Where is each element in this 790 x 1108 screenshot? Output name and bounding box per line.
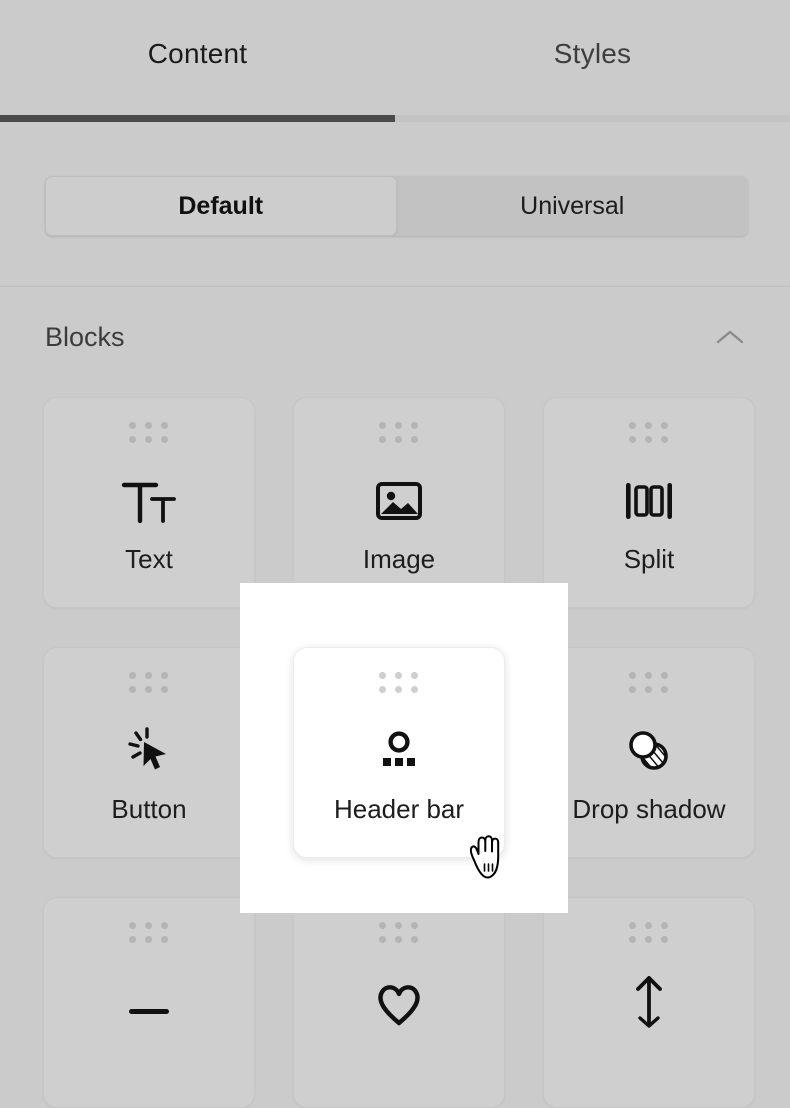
tab-styles-label: Styles bbox=[553, 37, 632, 69]
drag-handle-icon[interactable] bbox=[129, 672, 169, 693]
block-card-drop-shadow[interactable]: Drop shadow bbox=[543, 647, 755, 858]
tab-active-indicator bbox=[0, 115, 395, 122]
tab-content[interactable]: Content bbox=[0, 0, 395, 115]
block-card-image[interactable]: Image bbox=[293, 397, 505, 608]
segment-universal-label: Universal bbox=[520, 191, 625, 220]
blocks-grid: Text Image Split Button Header bar Drop … bbox=[43, 397, 758, 1108]
blocks-section-title: Blocks bbox=[45, 321, 125, 352]
block-card-arrow-up[interactable] bbox=[543, 897, 755, 1108]
drag-handle-icon[interactable] bbox=[379, 422, 419, 443]
block-card-button-label: Button bbox=[111, 794, 187, 824]
block-card-heart[interactable] bbox=[293, 897, 505, 1108]
segmented-control-section: Default Universal bbox=[0, 122, 790, 287]
block-card-text[interactable]: Text bbox=[43, 397, 255, 608]
block-card-split-label: Split bbox=[623, 544, 675, 574]
drag-handle-icon[interactable] bbox=[629, 922, 669, 943]
cursor-click-icon bbox=[44, 720, 254, 782]
divider-line-icon bbox=[44, 970, 254, 1032]
segment-default-label: Default bbox=[178, 191, 264, 220]
block-card-header-bar-label: Header bar bbox=[333, 794, 465, 824]
block-card-image-label: Image bbox=[362, 544, 436, 574]
split-columns-icon bbox=[544, 470, 754, 532]
tabs-row: Content Styles bbox=[0, 0, 790, 115]
drag-handle-icon[interactable] bbox=[629, 422, 669, 443]
header-bar-icon bbox=[294, 720, 504, 782]
tab-bar: Content Styles bbox=[0, 0, 790, 122]
drop-shadow-icon bbox=[544, 720, 754, 782]
blocks-section-header[interactable]: Blocks bbox=[0, 287, 790, 387]
chevron-up-icon[interactable] bbox=[715, 328, 745, 346]
tab-content-label: Content bbox=[147, 37, 248, 69]
image-icon bbox=[294, 470, 504, 532]
block-card-split[interactable]: Split bbox=[543, 397, 755, 608]
block-card-button[interactable]: Button bbox=[43, 647, 255, 858]
drag-handle-icon[interactable] bbox=[129, 422, 169, 443]
drag-handle-icon[interactable] bbox=[379, 672, 419, 693]
drag-handle-icon[interactable] bbox=[129, 922, 169, 943]
drag-handle-icon[interactable] bbox=[379, 922, 419, 943]
block-card-drop-shadow-label: Drop shadow bbox=[572, 794, 726, 824]
text-format-icon bbox=[44, 470, 254, 532]
block-card-text-label: Text bbox=[125, 544, 173, 574]
block-card-header-bar[interactable]: Header bar bbox=[293, 647, 505, 858]
block-card-divider[interactable] bbox=[43, 897, 255, 1108]
drag-handle-icon[interactable] bbox=[629, 672, 669, 693]
heart-icon bbox=[294, 970, 504, 1032]
segmented-control: Default Universal bbox=[45, 176, 748, 236]
arrow-up-icon bbox=[544, 970, 754, 1032]
tab-styles[interactable]: Styles bbox=[395, 0, 790, 115]
segment-default[interactable]: Default bbox=[45, 176, 397, 236]
segment-universal[interactable]: Universal bbox=[397, 176, 749, 236]
